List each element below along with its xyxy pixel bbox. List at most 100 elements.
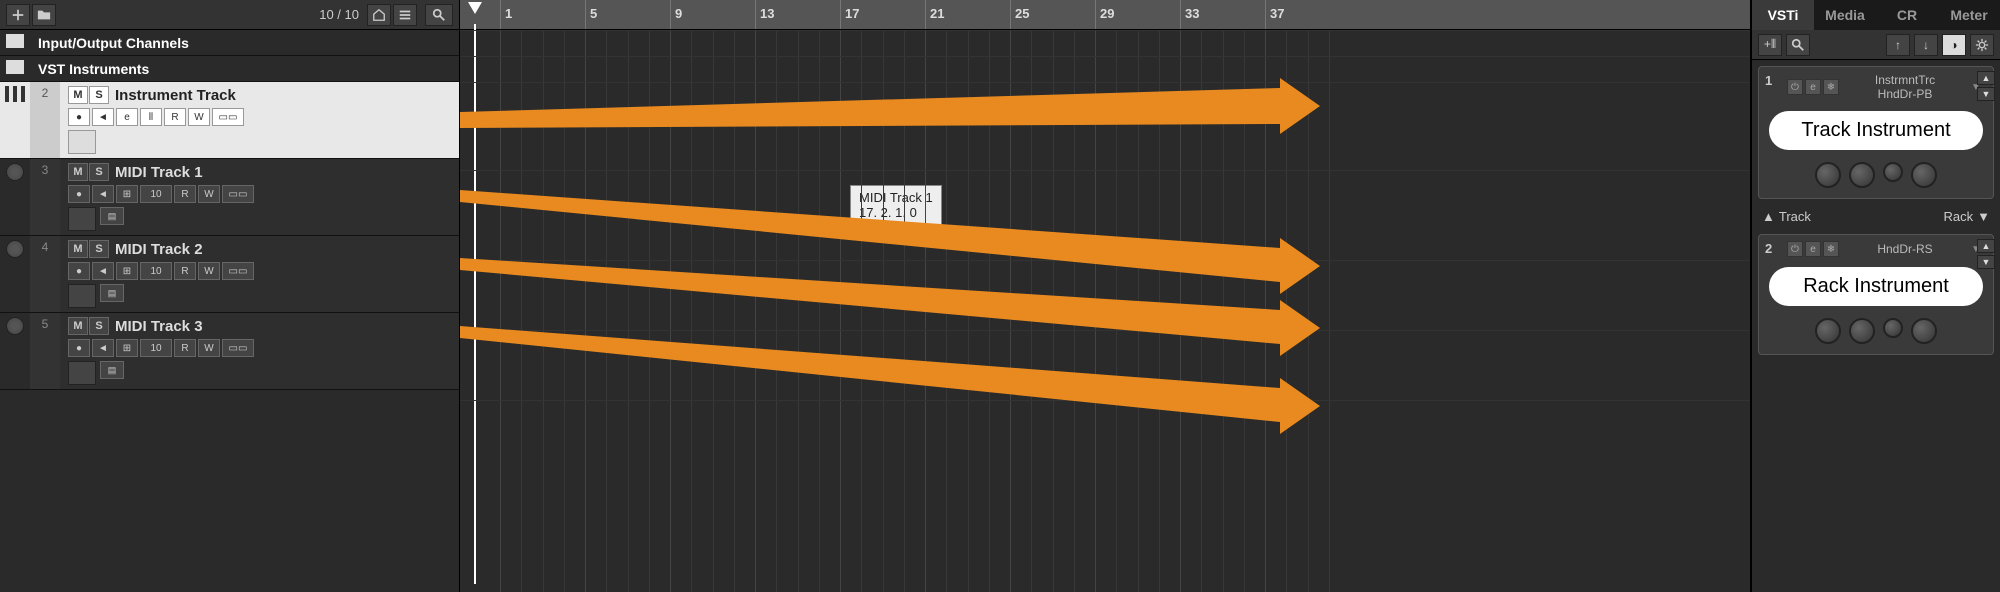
track-color-swatch[interactable]: [68, 130, 96, 154]
track-agents-button[interactable]: [393, 4, 417, 26]
quick-control-knob[interactable]: [1911, 318, 1937, 344]
slot-down-button[interactable]: ▼: [1977, 255, 1995, 269]
lanes-button[interactable]: ▭▭: [212, 108, 244, 126]
write-automation-button[interactable]: W: [198, 262, 220, 280]
track-color-swatch[interactable]: [68, 361, 96, 385]
track-name: MIDI Track 2: [115, 241, 203, 258]
tab-vsti[interactable]: VSTi: [1752, 0, 1814, 30]
quick-control-knob[interactable]: [1815, 318, 1841, 344]
vsti-edit-button[interactable]: e: [1805, 241, 1821, 257]
folder-vst-instruments[interactable]: VST Instruments: [0, 56, 459, 82]
vsti-edit-button[interactable]: e: [1805, 79, 1821, 95]
edit-instrument-button[interactable]: e: [116, 108, 138, 126]
vsti-freeze-button[interactable]: ❄: [1823, 79, 1839, 95]
add-track-button[interactable]: [6, 4, 30, 26]
write-automation-button[interactable]: W: [198, 185, 220, 203]
slot-up-button[interactable]: ▲: [1977, 71, 1995, 85]
record-enable-button[interactable]: ●: [68, 339, 90, 357]
solo-button[interactable]: S: [89, 317, 109, 335]
monitor-button[interactable]: ◄: [92, 339, 114, 357]
vsti-slot-1[interactable]: 1 ⏻ e ❄ InstrmntTrc HndDr-PB ▼: [1758, 66, 1994, 199]
monitor-button[interactable]: ◄: [92, 185, 114, 203]
find-instrument-button[interactable]: [1786, 34, 1810, 56]
lanes-button[interactable]: ▭▭: [222, 339, 254, 357]
lane-display-button[interactable]: ▤: [100, 361, 124, 379]
ruler-bar-marker: 29: [1095, 0, 1114, 29]
slot-down-button[interactable]: ▼: [1977, 87, 1995, 101]
vsti-power-button[interactable]: ⏻: [1787, 241, 1803, 257]
lanes-button[interactable]: ▭▭: [222, 185, 254, 203]
lanes-button[interactable]: ▭▭: [222, 262, 254, 280]
rack-section-toggle[interactable]: Rack ▼: [1944, 209, 1991, 224]
track-instrument[interactable]: 2 M S Instrument Track ● ◄ e ⦀ R W ▭▭: [0, 82, 459, 159]
drum-map-button[interactable]: ⊞: [116, 262, 138, 280]
monitor-button[interactable]: ◄: [92, 108, 114, 126]
channel-button[interactable]: 10: [140, 262, 172, 280]
track-filter-button[interactable]: [367, 4, 391, 26]
playhead[interactable]: [468, 2, 482, 14]
solo-button[interactable]: S: [89, 86, 109, 104]
record-enable-button[interactable]: ●: [68, 185, 90, 203]
quick-control-knob[interactable]: [1883, 318, 1903, 338]
quick-control-knob[interactable]: [1815, 162, 1841, 188]
track-midi-3[interactable]: 5 M S MIDI Track 3 ● ◄ ⊞ 10 R W ▭▭: [0, 313, 459, 390]
mute-button[interactable]: M: [68, 240, 88, 258]
record-enable-button[interactable]: ●: [68, 108, 90, 126]
solo-button[interactable]: S: [89, 163, 109, 181]
midi-icon: [6, 240, 24, 258]
monitor-button[interactable]: ◄: [92, 262, 114, 280]
previous-button[interactable]: ↑: [1886, 34, 1910, 56]
vsti-freeze-button[interactable]: ❄: [1823, 241, 1839, 257]
slot-up-button[interactable]: ▲: [1977, 239, 1995, 253]
drum-map-button[interactable]: ⊞: [116, 339, 138, 357]
track-color-swatch[interactable]: [68, 284, 96, 308]
mute-button[interactable]: M: [68, 86, 88, 104]
track-color-swatch[interactable]: [68, 207, 96, 231]
quick-control-knob[interactable]: [1883, 162, 1903, 182]
mute-button[interactable]: M: [68, 163, 88, 181]
settings-button[interactable]: [1970, 34, 1994, 56]
drum-map-button[interactable]: ⊞: [116, 185, 138, 203]
solo-button[interactable]: S: [89, 240, 109, 258]
track-preset-button[interactable]: [32, 4, 56, 26]
track-search-button[interactable]: [425, 4, 453, 26]
vsti-slot-2[interactable]: 2 ⏻ e ❄ HndDr-RS ▼ Rack Ins: [1758, 234, 1994, 355]
vsti-power-button[interactable]: ⏻: [1787, 79, 1803, 95]
instrument-icon: [5, 86, 25, 102]
next-button[interactable]: ↓: [1914, 34, 1938, 56]
folder-io-channels[interactable]: Input/Output Channels: [0, 30, 459, 56]
folder-icon: [6, 34, 24, 48]
vsti-toolbar: +⦀ ↑ ↓ ◑: [1752, 30, 2000, 60]
lane-display-button[interactable]: ▤: [100, 284, 124, 302]
read-automation-button[interactable]: R: [174, 262, 196, 280]
arrangement-grid[interactable]: MIDI Track 1 17. 2. 1. 0: [460, 30, 1750, 592]
tab-cr[interactable]: CR: [1876, 0, 1938, 30]
track-section-toggle[interactable]: ▲ Track: [1762, 209, 1811, 224]
record-enable-button[interactable]: ●: [68, 262, 90, 280]
quick-control-knob[interactable]: [1911, 162, 1937, 188]
tab-media[interactable]: Media: [1814, 0, 1876, 30]
mute-button[interactable]: M: [68, 317, 88, 335]
write-automation-button[interactable]: W: [198, 339, 220, 357]
channel-button[interactable]: 10: [140, 339, 172, 357]
lane-display-button[interactable]: ▤: [100, 207, 124, 225]
show-hide-button[interactable]: ◑: [1942, 34, 1966, 56]
vsti-slot-number: 2: [1765, 241, 1781, 256]
quick-control-knob[interactable]: [1849, 318, 1875, 344]
timeline-ruler[interactable]: 15913172125293337: [460, 0, 1750, 30]
read-automation-button[interactable]: R: [174, 185, 196, 203]
tooltip-track-name: MIDI Track 1: [859, 190, 933, 205]
tab-meter[interactable]: Meter: [1938, 0, 2000, 30]
quick-control-knob[interactable]: [1849, 162, 1875, 188]
track-midi-1[interactable]: 3 M S MIDI Track 1 ● ◄ ⊞ 10 R W ▭▭: [0, 159, 459, 236]
freeze-button[interactable]: ⦀: [140, 108, 162, 126]
track-rack-divider: ▲ Track Rack ▼: [1752, 205, 2000, 228]
write-automation-button[interactable]: W: [188, 108, 210, 126]
add-track-instrument-button[interactable]: +⦀: [1758, 34, 1782, 56]
timeline-panel[interactable]: 15913172125293337 MIDI Track 1 17. 2. 1.…: [460, 0, 1750, 592]
track-midi-2[interactable]: 4 M S MIDI Track 2 ● ◄ ⊞ 10 R W ▭▭: [0, 236, 459, 313]
channel-button[interactable]: 10: [140, 185, 172, 203]
vsti-slot-number: 1: [1765, 73, 1781, 88]
read-automation-button[interactable]: R: [164, 108, 186, 126]
read-automation-button[interactable]: R: [174, 339, 196, 357]
